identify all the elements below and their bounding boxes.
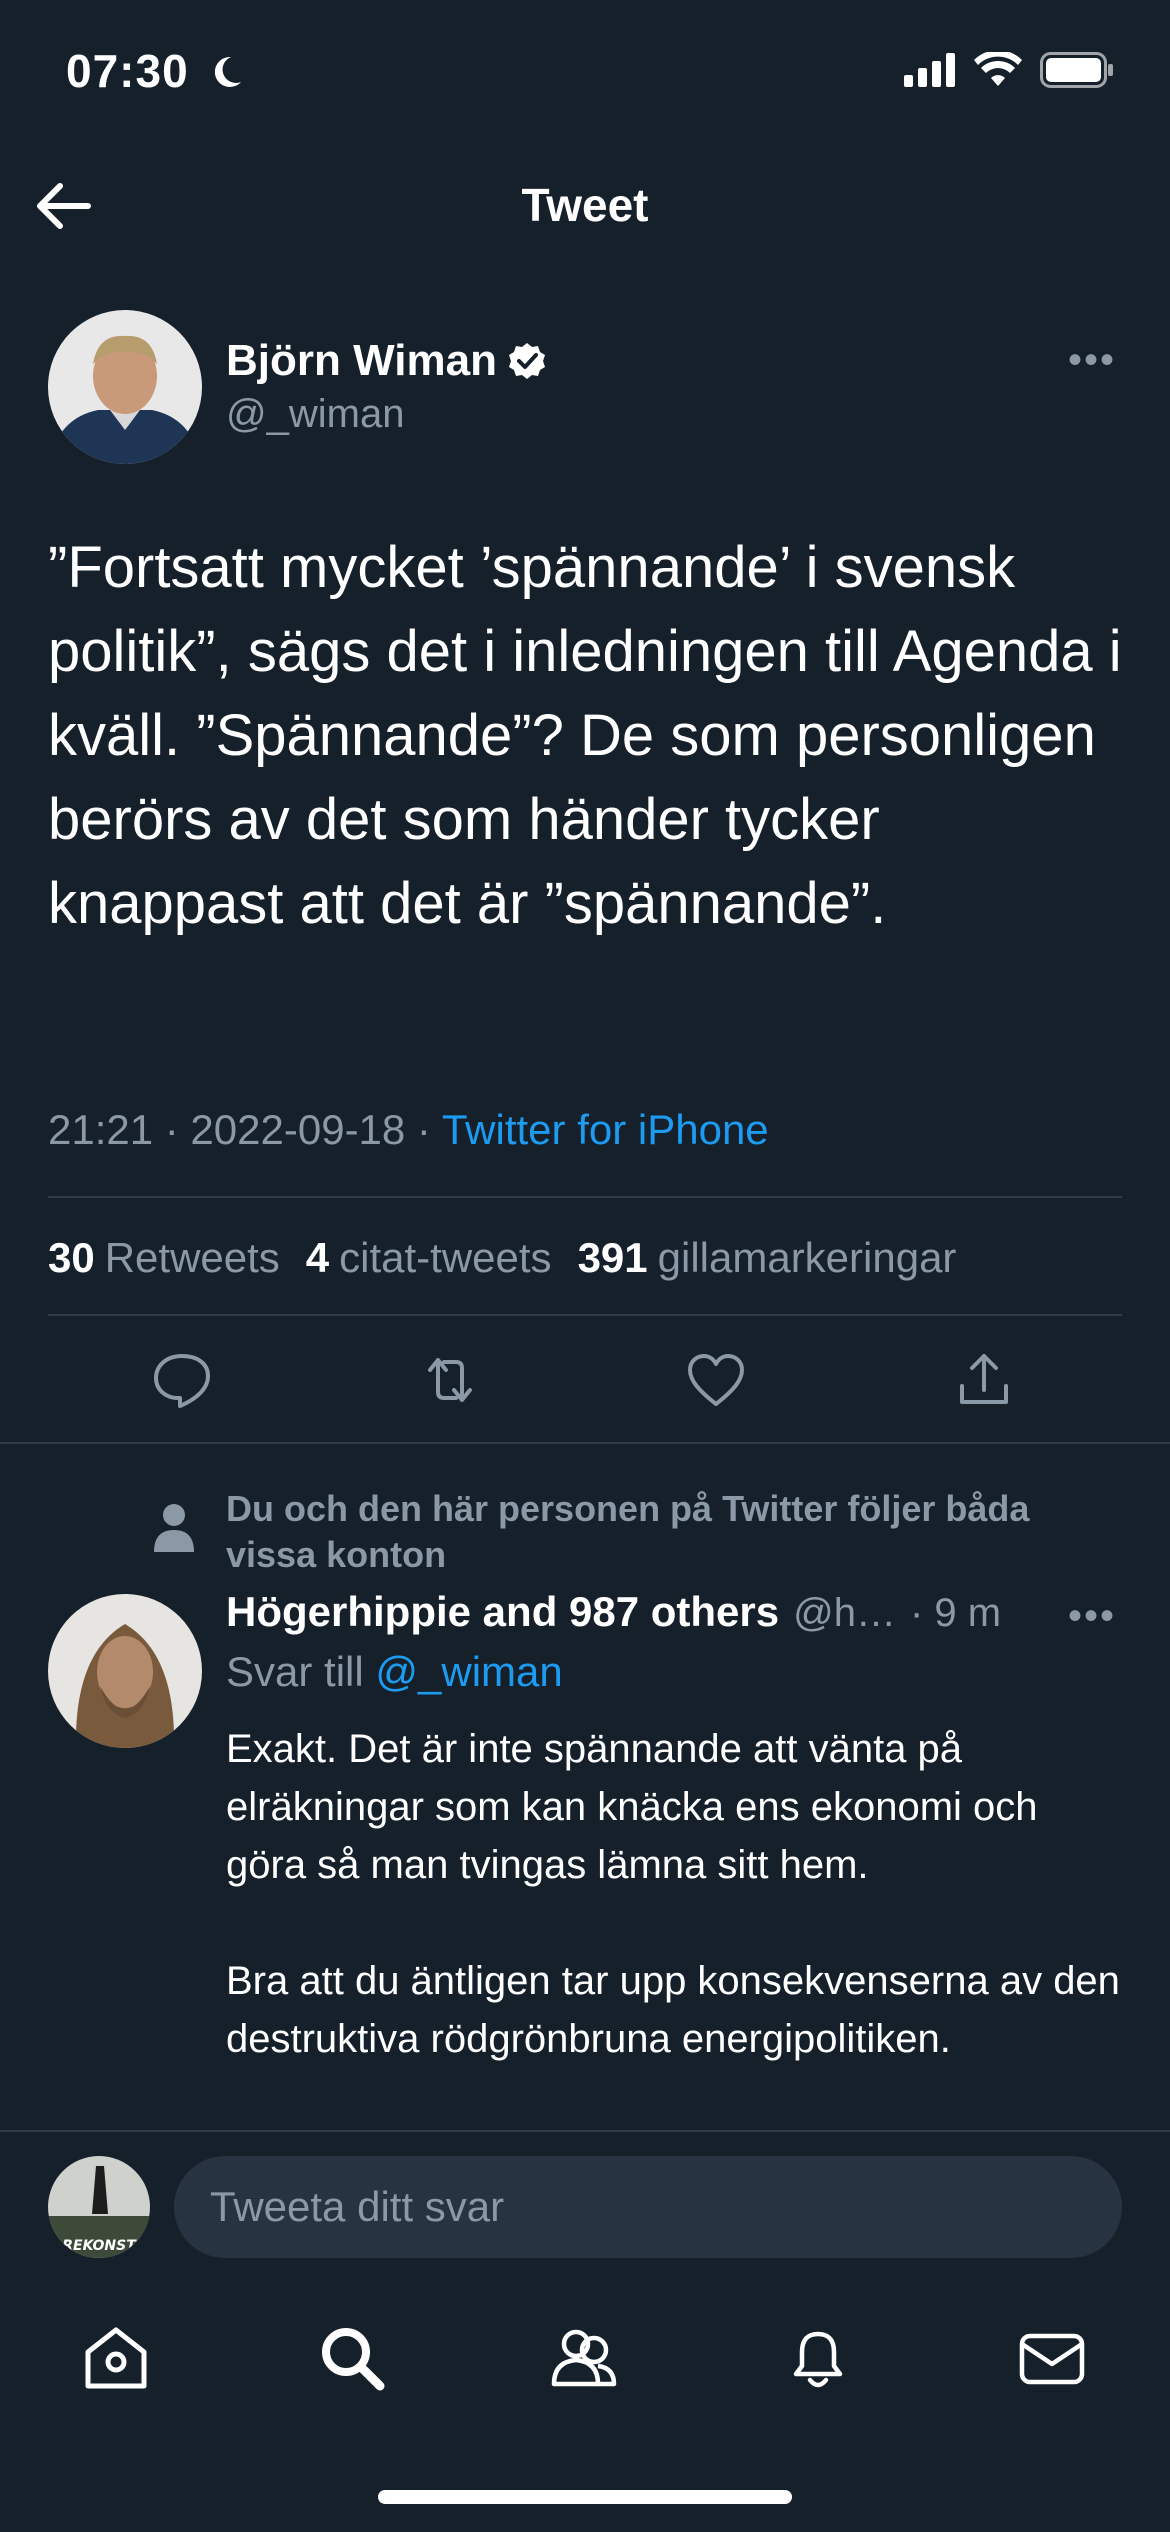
person-icon <box>154 1504 194 1552</box>
reply-avatar[interactable] <box>48 1594 202 1748</box>
verified-badge-icon <box>508 343 545 379</box>
reply-author-handle: @h… <box>793 1591 896 1635</box>
divider <box>48 1314 1122 1316</box>
tweet-metadata: 21:21 · 2022-09-18 · Twitter for iPhone <box>48 1106 769 1154</box>
reply-age: · 9 m <box>909 1591 1002 1635</box>
status-time: 07:30 <box>66 45 189 97</box>
tweet-stats: 30 Retweets 4 citat-tweets 391 gillamarkeri… <box>48 1234 956 1282</box>
more-options-icon[interactable]: ••• <box>1068 338 1116 383</box>
home-indicator <box>378 2490 792 2504</box>
reply-to-line: Svar till @_wiman <box>226 1648 563 1696</box>
battery-icon <box>1040 52 1113 88</box>
reply-icon[interactable] <box>150 1348 214 1412</box>
reply-to-label: Svar till <box>226 1648 364 1695</box>
like-heart-icon[interactable] <box>684 1348 748 1412</box>
page-title: Tweet <box>521 179 649 231</box>
compose-divider <box>0 2130 1170 2132</box>
reply-input[interactable]: Tweeta ditt svar <box>174 2156 1122 2258</box>
tweet-source-link[interactable]: Twitter for iPhone <box>442 1106 769 1153</box>
reply-text: Exakt. Det är inte spännande att vänta p… <box>226 1727 1120 2061</box>
quotes-stat[interactable]: 4 citat-tweets <box>306 1234 552 1282</box>
reply-author-name: Högerhippie and 987 others <box>226 1588 780 1635</box>
signal-icon <box>904 53 955 87</box>
tweet-timestamp: 21:21 · 2022-09-18 · <box>48 1106 431 1153</box>
retweets-stat[interactable]: 30 Retweets <box>48 1234 280 1282</box>
tweet-text: ”Fortsatt mycket ’spännande’ i svensk po… <box>48 535 1122 936</box>
communities-icon[interactable] <box>548 2322 620 2394</box>
author-name-text: Björn Wiman <box>226 336 497 385</box>
retweet-icon[interactable] <box>418 1348 482 1412</box>
reply-author-row[interactable]: Högerhippie and 987 others @h… · 9 m <box>226 1588 1001 1636</box>
search-icon[interactable] <box>316 2322 388 2394</box>
svg-text:REKONST: REKONST <box>62 2238 137 2254</box>
notifications-bell-icon[interactable] <box>782 2322 854 2394</box>
divider <box>48 1196 1122 1198</box>
reply-to-handle[interactable]: @_wiman <box>375 1648 562 1695</box>
author-handle[interactable]: @_wiman <box>226 392 404 437</box>
share-icon[interactable] <box>952 1348 1016 1412</box>
author-avatar[interactable] <box>48 310 202 464</box>
tweet-actions <box>0 1340 1170 1420</box>
social-context: Du och den här personen på Twitter följe… <box>226 1488 1030 1575</box>
divider <box>0 1442 1170 1444</box>
status-icons <box>904 52 1114 88</box>
wifi-icon <box>974 52 1022 86</box>
messages-mail-icon[interactable] <box>1016 2322 1088 2394</box>
moon-icon <box>214 56 241 87</box>
reply-more-options-icon[interactable]: ••• <box>1068 1594 1116 1639</box>
home-icon[interactable] <box>80 2322 152 2394</box>
my-avatar[interactable]: REKONST <box>48 2156 150 2258</box>
author-name[interactable]: Björn Wiman <box>226 336 547 386</box>
likes-stat[interactable]: 391 gillamarkeringar <box>578 1234 957 1282</box>
